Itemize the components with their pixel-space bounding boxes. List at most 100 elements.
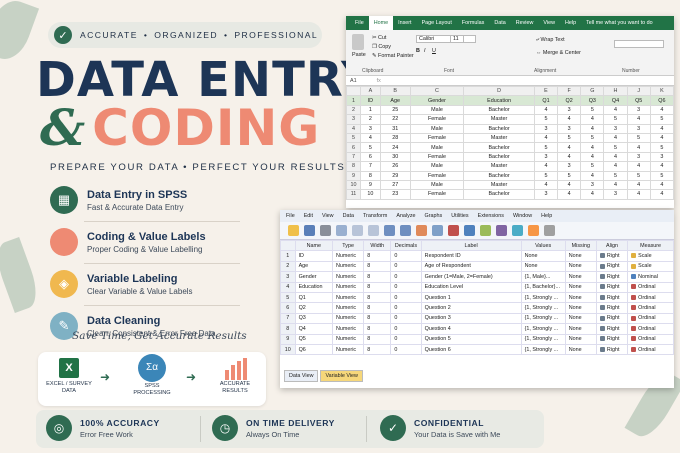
cell[interactable]: Master [463,132,535,144]
cell[interactable]: 5 [360,142,381,153]
cell[interactable]: Age [379,95,411,106]
cell[interactable]: Right [595,333,629,345]
cell[interactable]: Numeric [332,302,365,314]
cell[interactable]: 3 [280,271,296,283]
row-header[interactable]: 5 [346,132,361,144]
cell[interactable]: Female [409,151,465,163]
variables-icon[interactable] [416,225,427,236]
paste-icon[interactable] [352,34,364,50]
cell[interactable]: 4 [580,170,605,181]
cell[interactable]: Ordinal [627,281,674,293]
cell[interactable]: Ordinal [627,333,674,345]
row-header[interactable]: 3 [346,114,361,125]
column-header[interactable]: E [533,85,559,97]
cell[interactable]: 3 [533,151,559,163]
cell[interactable]: 4 [580,123,605,134]
cell[interactable]: 5 [533,114,559,125]
cell[interactable]: Bachelor [463,123,535,134]
cell[interactable]: None [564,281,597,293]
cell[interactable]: 8 [363,281,392,293]
cell[interactable]: None [564,291,597,304]
excel-tab-insert[interactable]: Insert [393,16,416,30]
cell[interactable]: 24 [379,142,411,153]
cell[interactable]: Question 5 [420,333,522,345]
menu-file[interactable]: File [286,213,295,219]
column-header[interactable]: H [603,85,628,97]
column-header[interactable]: Missing [564,239,597,252]
menu-extensions[interactable]: Extensions [478,213,504,219]
cell[interactable]: 0 [390,343,422,356]
cell[interactable]: 4 [649,179,674,191]
cell[interactable]: None [520,250,566,262]
cut-button[interactable]: ✂ Cut [372,35,386,41]
cell[interactable]: 4 [603,179,628,191]
cell[interactable]: Numeric [332,281,365,293]
dialog-recall-icon[interactable] [336,225,347,236]
cell[interactable]: Q3 [294,312,334,325]
cell[interactable]: 4 [649,161,674,172]
cell[interactable]: 5 [626,132,651,144]
cell[interactable]: 4 [649,189,674,200]
cell[interactable]: 4 [557,189,582,200]
cell[interactable]: Question 1 [420,291,522,304]
cell[interactable]: Numeric [332,343,365,356]
column-header[interactable]: Align [595,239,629,252]
cell[interactable]: ID [360,95,381,106]
column-header[interactable]: Name [294,239,334,252]
cell[interactable]: 8 [363,271,392,283]
cell[interactable]: 4 [626,161,651,172]
cell[interactable]: Nominal [627,271,674,283]
excel-tab-file[interactable]: File [350,16,369,30]
cell[interactable]: 2 [280,260,296,273]
cell[interactable]: 4 [580,114,605,125]
cell[interactable]: 27 [379,179,411,191]
cell[interactable]: Male [409,142,465,153]
cell[interactable]: 4 [626,189,651,200]
cell[interactable]: {1, Strongly ... [520,333,566,345]
column-header[interactable]: K [649,85,674,97]
menu-analyze[interactable]: Analyze [396,213,415,219]
cell[interactable]: Q5 [294,333,334,345]
bold-button[interactable]: B [416,48,420,54]
find-icon[interactable] [432,225,443,236]
cell[interactable]: Numeric [332,271,365,283]
cell[interactable]: 5 [557,132,582,144]
cell[interactable]: {1, Strongly ... [520,323,566,335]
column-header[interactable]: G [580,85,605,97]
cell[interactable]: Scale [627,260,674,273]
cell[interactable]: Numeric [332,312,365,325]
cell[interactable]: 3 [580,179,605,191]
cell[interactable]: Question 2 [420,302,522,314]
row-header[interactable]: 10 [346,179,361,191]
cell[interactable]: 4 [280,281,296,293]
cell[interactable]: 8 [363,291,392,304]
cell[interactable]: 4 [603,132,628,144]
cell[interactable]: 5 [580,161,605,172]
cell[interactable]: 4 [603,161,628,172]
cell[interactable]: 5 [557,170,582,181]
cell[interactable]: Female [409,132,465,144]
cell[interactable]: 29 [379,170,411,181]
column-header[interactable]: C [409,85,465,97]
cell[interactable]: Numeric [332,260,365,273]
cell[interactable]: Q6 [649,95,674,106]
tab-variable-view[interactable]: Variable View [320,370,363,382]
row-header[interactable]: 4 [346,123,361,134]
cell[interactable]: 4 [626,142,651,153]
column-header[interactable]: Width [363,239,392,252]
cell[interactable]: 7 [360,161,381,172]
cell[interactable]: Bachelor [463,189,535,200]
cell[interactable]: 9 [360,179,381,191]
cell[interactable]: Gender [409,95,465,106]
cell[interactable]: 22 [379,114,411,125]
cell[interactable]: Ordinal [627,291,674,304]
cell[interactable]: 10 [360,189,381,200]
cell[interactable]: 4 [533,179,559,191]
row-header[interactable]: 2 [346,104,361,116]
cell[interactable]: Bachelor [463,170,535,181]
cell[interactable]: Ordinal [627,323,674,335]
cell[interactable]: 23 [379,189,411,200]
cell[interactable]: 30 [379,151,411,163]
cell[interactable]: Right [595,271,629,283]
cell[interactable]: Bachelor [463,104,535,116]
